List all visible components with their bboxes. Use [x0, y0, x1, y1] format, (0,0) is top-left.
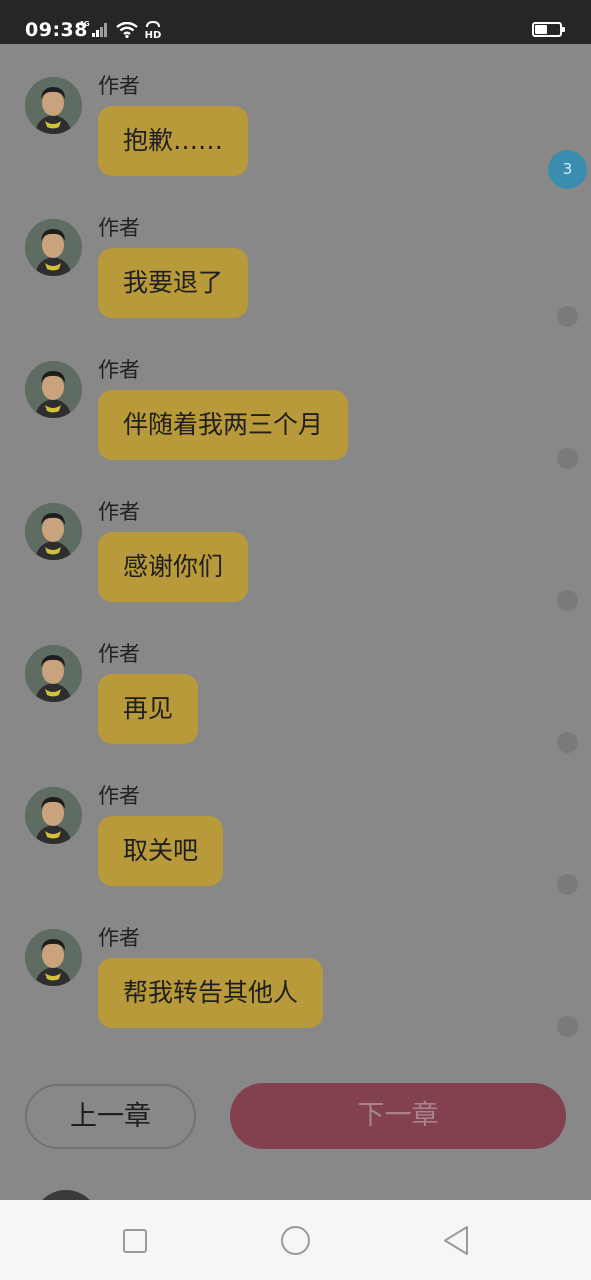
status-bar: 09:38 4G HD	[0, 0, 591, 44]
sender-name: 作者	[98, 74, 140, 98]
back-icon[interactable]	[443, 1225, 469, 1256]
read-status-dot	[557, 590, 578, 611]
message-bubble[interactable]: 我要退了	[98, 248, 249, 318]
read-status-dot	[557, 306, 578, 327]
avatar[interactable]	[25, 929, 82, 986]
message-item: 作者 帮我转告其他人	[0, 896, 591, 1038]
chat-list[interactable]: 作者 抱歉…… 作者 我要退了 作者 伴随着我两三个月 作者 感谢你们 作者 再见 作者 取关吧 作者帮…	[0, 44, 591, 1200]
message-bubble[interactable]: 再见	[98, 674, 199, 744]
read-status-dot	[557, 448, 578, 469]
message-bubble[interactable]: 取关吧	[98, 816, 224, 886]
hd-voice-icon: HD	[144, 21, 161, 39]
avatar[interactable]	[25, 787, 82, 844]
avatar[interactable]	[25, 219, 82, 276]
message-item: 作者抱歉……	[0, 44, 591, 186]
message-bubble[interactable]: 帮我转告其他人	[98, 958, 324, 1028]
read-status-dot	[557, 732, 578, 753]
message-bubble[interactable]: 感谢你们	[98, 532, 249, 602]
read-status-dot	[557, 874, 578, 895]
hd-label: HD	[144, 30, 161, 39]
message-bubble[interactable]: 抱歉……	[98, 106, 249, 176]
avatar[interactable]	[25, 361, 82, 418]
unread-count-badge[interactable]: 3	[548, 150, 587, 189]
message-item: 作者 再见	[0, 612, 591, 754]
signal-icon	[91, 23, 107, 37]
read-status-dot	[557, 1016, 578, 1037]
wifi-icon	[115, 22, 138, 38]
avatar[interactable]	[25, 645, 82, 702]
message-bubble[interactable]: 伴随着我两三个月	[98, 390, 349, 460]
message-item: 作者 我要退了	[0, 186, 591, 328]
next-chapter-button[interactable]: 下一章	[230, 1083, 566, 1149]
battery-fill	[535, 25, 547, 34]
sender-name: 作者	[98, 926, 140, 950]
chapter-nav: 上一章 下一章	[0, 1082, 591, 1150]
sender-name: 作者	[98, 358, 140, 382]
sender-name: 作者	[98, 642, 140, 666]
recents-icon[interactable]	[123, 1229, 147, 1253]
battery-icon	[532, 22, 565, 37]
sender-name: 作者	[98, 500, 140, 524]
sender-name: 作者	[98, 216, 140, 240]
message-item: 作者 取关吧	[0, 754, 591, 896]
avatar[interactable]	[25, 77, 82, 134]
status-icons: 4G HD	[79, 20, 164, 40]
prev-chapter-button[interactable]: 上一章	[25, 1084, 196, 1149]
system-nav-bar	[0, 1200, 591, 1280]
message-item: 作者伴随着我两三个月	[0, 328, 591, 470]
home-icon[interactable]	[281, 1226, 310, 1255]
avatar[interactable]	[25, 503, 82, 560]
sender-name: 作者	[98, 784, 140, 808]
message-item: 作者 感谢你们	[0, 470, 591, 612]
network-type-label: 4G	[79, 20, 90, 28]
